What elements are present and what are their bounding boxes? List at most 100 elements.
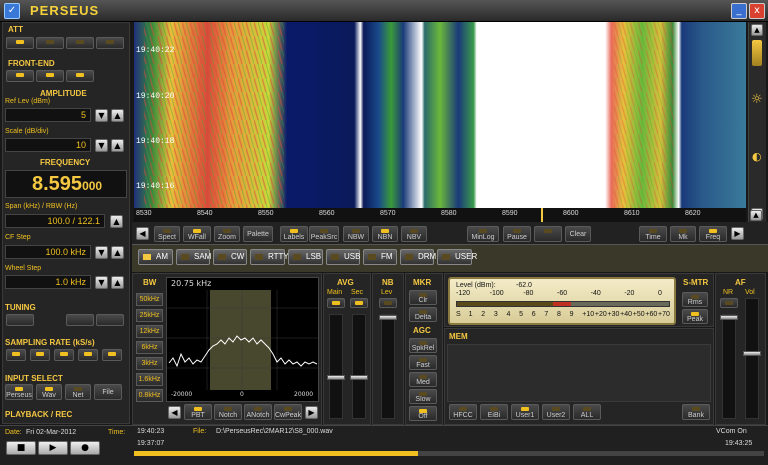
nb-slider[interactable] [379,314,397,419]
eibi-button[interactable]: EiBi [480,404,508,420]
mode-usb-button[interactable]: USB [326,249,360,265]
wheelstep-up-icon[interactable]: ▲ [111,276,124,289]
mode-rtty-button[interactable]: RTTY [250,249,289,265]
record-icon[interactable]: ● [70,441,100,455]
ref-lev-down-icon[interactable]: ▼ [95,109,108,122]
brightness-icon[interactable]: ☼ [751,92,763,107]
play-icon[interactable]: ▶ [38,441,68,455]
input-net-button[interactable]: Net [65,384,91,400]
att-button-0[interactable] [6,37,34,49]
side-slider-icon[interactable] [752,40,762,66]
playback-progress-track[interactable] [134,451,764,456]
input-file-button[interactable]: File [94,384,122,400]
att-button-20[interactable] [66,37,94,49]
avg-sec-slider[interactable] [350,314,368,419]
time-button[interactable]: Time [639,226,667,242]
user2-button[interactable]: User2 [542,404,570,420]
bw-25khz-button[interactable]: 25kHz [136,309,163,322]
slider-knob-icon[interactable] [350,375,368,380]
pbt-button[interactable]: PBT [184,404,212,420]
hfcc-button[interactable]: HFCC [449,404,477,420]
tuning-marker[interactable] [541,208,543,222]
bw-3khz-button[interactable]: 3kHz [136,357,163,370]
span-menu-icon[interactable]: ▲ [110,215,123,228]
palette-button[interactable]: Palette [243,226,273,242]
blank-button[interactable] [534,226,562,242]
wheelstep-down-icon[interactable]: ▼ [95,276,108,289]
stop-icon[interactable]: ■ [6,441,36,455]
zoom-button[interactable]: Zoom [214,226,240,242]
scale-down-icon[interactable]: ▼ [95,139,108,152]
mode-cw-button[interactable]: CW [213,249,247,265]
bw-left-icon[interactable]: ◀ [168,406,181,419]
bw-50khz-button[interactable]: 50kHz [136,293,163,306]
wfall-button[interactable]: WFall [183,226,211,242]
anotch-button[interactable]: ANotch [244,404,272,420]
avg-sec-toggle[interactable] [350,298,368,308]
nr-toggle[interactable] [720,298,738,308]
freq-button[interactable]: Freq [699,226,727,242]
slider-knob-icon[interactable] [379,315,397,320]
tuning-button-2[interactable] [66,314,94,326]
frontend-button-2[interactable] [36,70,64,82]
nbn-button[interactable]: NBN [372,226,398,242]
cfstep-up-icon[interactable]: ▲ [111,246,124,259]
labels-button[interactable]: Labels [280,226,308,242]
agc-spkrel-button[interactable]: SpkRel [409,338,437,353]
user1-button[interactable]: User1 [511,404,539,420]
bank-button[interactable]: Bank [682,404,710,420]
frequency-axis[interactable] [134,208,746,222]
sampling-button-5[interactable] [102,349,122,361]
cwpeak-button[interactable]: CwPeak [274,404,302,420]
scale-up-icon[interactable]: ▲ [111,139,124,152]
avg-main-toggle[interactable] [327,298,345,308]
agc-med-button[interactable]: Med [409,372,437,387]
nr-slider[interactable] [720,314,738,419]
nbv-button[interactable]: NBV [401,226,427,242]
mode-sam-button[interactable]: SAM [176,249,211,265]
mode-lsb-button[interactable]: LSB [288,249,323,265]
mk-button[interactable]: Mk [670,226,696,242]
att-button-10[interactable] [36,37,64,49]
agc-fast-button[interactable]: Fast [409,355,437,370]
all-button[interactable]: ALL [573,404,601,420]
minimize-button[interactable]: _ [731,3,747,19]
agc-slow-button[interactable]: Slow [409,389,437,404]
peak-button[interactable]: Peak [682,309,708,324]
cfstep-down-icon[interactable]: ▼ [95,246,108,259]
tuning-button-1[interactable] [6,314,34,326]
volume-slider[interactable] [743,298,761,419]
avg-main-slider[interactable] [327,314,345,419]
att-button-30[interactable] [96,37,124,49]
axis-up-icon[interactable]: ▲ [750,210,762,221]
waterfall-display[interactable]: 19:40:22 19:40:20 19:40:18 19:40:16 [134,22,746,208]
close-button[interactable]: x [749,3,765,19]
tuning-button-3[interactable] [96,314,124,326]
input-perseus-button[interactable]: Perseus [5,384,33,400]
nb-toggle[interactable] [379,298,397,308]
peaksrc-button[interactable]: PeakSrc [309,226,339,242]
mode-user-button[interactable]: USER [437,249,477,265]
memory-list[interactable] [447,344,711,402]
mode-am-button[interactable]: AM [138,249,173,265]
mode-drm-button[interactable]: DRM [400,249,436,265]
agc-off-button[interactable]: Off [409,406,437,421]
slider-knob-icon[interactable] [327,375,345,380]
input-wav-button[interactable]: Wav [36,384,62,400]
toolbar-right-icon[interactable]: ▶ [731,227,744,240]
app-icon[interactable]: ✓ [4,3,20,19]
mkr-clr-button[interactable]: Clr [409,290,437,305]
bw-6khz-button[interactable]: 6kHz [136,341,163,354]
audio-spectrum[interactable] [166,277,319,402]
slider-knob-icon[interactable] [743,351,761,356]
rms-button[interactable]: Rms [682,292,708,307]
bw-1-6khz-button[interactable]: 1.6kHz [136,373,163,386]
mkr-delta-button[interactable]: Delta [409,307,437,322]
bw-right-icon[interactable]: ▶ [305,406,318,419]
toolbar-left-icon[interactable]: ◀ [136,227,149,240]
bw-0-8khz-button[interactable]: 0.8kHz [136,389,163,402]
notch-button[interactable]: Notch [214,404,242,420]
bw-12khz-button[interactable]: 12kHz [136,325,163,338]
slider-knob-icon[interactable] [720,315,738,320]
mode-fm-button[interactable]: FM [363,249,397,265]
